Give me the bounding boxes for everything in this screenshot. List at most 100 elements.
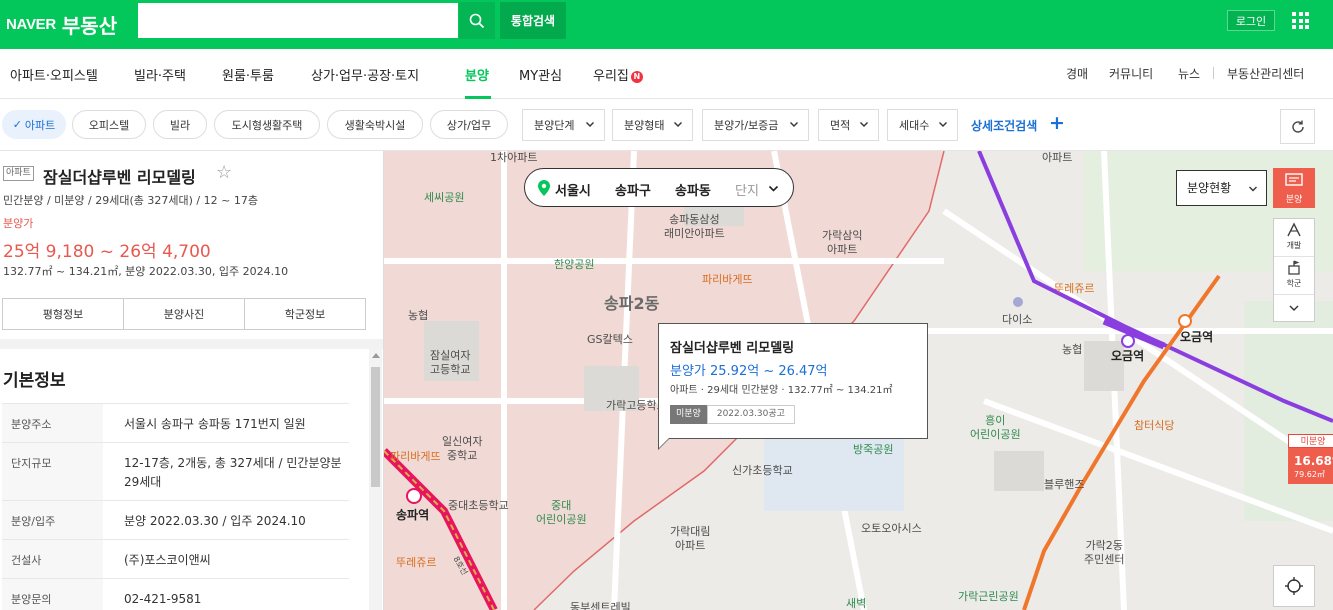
nav-apartment-officetel[interactable]: 아파트·오피스텔 (10, 65, 98, 84)
map-label: 가락삼익 아파트 (822, 229, 863, 256)
location-breadcrumb[interactable]: 서울시 송파구 송파동 단지 (524, 168, 794, 207)
chevron-down-icon (790, 122, 798, 127)
tools-expand[interactable] (1274, 295, 1314, 321)
nav-community[interactable]: 커뮤니티 (1109, 65, 1153, 82)
popup-tail-inner (659, 437, 670, 448)
development-tool[interactable]: 개발 (1274, 219, 1314, 257)
nav-my-interest[interactable]: MY관심 (519, 65, 562, 84)
chevron-down-icon (1289, 305, 1299, 311)
map-label: 흥이 어린이공원 (970, 414, 1021, 441)
map-label: 송파역 (396, 508, 430, 522)
school-tool[interactable]: 학군 (1274, 257, 1314, 295)
nav-presale[interactable]: 분양 (465, 65, 489, 84)
map-label: 새벽 (846, 597, 867, 610)
basic-info-table: 분양주소 서울시 송파구 송파동 171번지 일원 단지규모 12-17층, 2개동… (2, 403, 349, 610)
search-icon (469, 13, 485, 28)
location-district[interactable]: 송파구 (615, 180, 651, 199)
table-row: 분양/입주 분양 2022.03.30 / 입주 2024.10 (2, 500, 349, 539)
nav-auction[interactable]: 경매 (1066, 65, 1088, 82)
detail-search-link[interactable]: 상세조건검색 (971, 117, 1037, 134)
scroll-thumb[interactable] (371, 367, 380, 487)
tab-photos[interactable]: 분양사진 (124, 299, 245, 329)
map-label: 한양공원 (554, 258, 595, 271)
total-search-button[interactable]: 통합검색 (500, 2, 566, 39)
current-location-button[interactable] (1273, 565, 1315, 607)
map-view[interactable]: 1차아파트 세씨공원 한양공원 송파동삼성 래미안아파트 가락삼익 아파트 파리… (384, 151, 1333, 610)
presale-layer-label: 분양 (1285, 195, 1303, 205)
nav-villa-house[interactable]: 빌라·주택 (134, 65, 186, 84)
presale-status-select[interactable]: 분양현황 (1176, 170, 1267, 206)
scroll-up-arrow[interactable] (372, 353, 380, 358)
map-label: 1차아파트 (490, 151, 538, 164)
tab-floor-plan[interactable]: 평형정보 (3, 299, 124, 329)
info-value: (주)포스코이앤씨 (124, 553, 211, 567)
info-value: 12-17층, 2개동, 총 327세대 / 민간분양분 29세대 (124, 456, 342, 489)
nav-commercial[interactable]: 상가·업무·공장·토지 (311, 65, 419, 84)
dropdown-households[interactable]: 세대수 (887, 109, 958, 141)
dropdown-label: 분양형태 (624, 119, 665, 132)
announce-date: 2022.03.30공고 (706, 405, 795, 424)
marker-status: 미분양 (1288, 434, 1333, 448)
nav-my-home-label: 우리집 (593, 69, 629, 84)
popup-price: 분양가 25.92억 ~ 26.47억 (670, 364, 828, 379)
crosshair-icon (1285, 577, 1303, 595)
map-label: 중대초등학교 (448, 499, 509, 512)
refresh-button[interactable] (1280, 109, 1315, 144)
dropdown-price-deposit[interactable]: 분양가/보증금 (702, 109, 809, 141)
main-nav: 아파트·오피스텔 빌라·주택 원룸·투룸 상가·업무·공장·토지 분양 MY관심… (0, 49, 1333, 99)
complex-popup[interactable]: 잠실더샵루벤 리모델링 분양가 25.92억 ~ 26.47억 아파트 · 29… (658, 323, 928, 439)
dropdown-label: 분양단계 (534, 119, 575, 132)
naver-logo[interactable]: NAVER 부동산 (6, 9, 117, 39)
dropdown-label: 세대수 (899, 119, 930, 132)
price-label: 분양가 (3, 217, 34, 230)
map-label: 농협 (408, 309, 429, 322)
search-button[interactable] (459, 2, 495, 39)
map-label: 파리바게뜨 (702, 273, 753, 286)
chip-apartment[interactable]: ✓ 아파트 (2, 110, 66, 139)
map-label: 블루핸즈 (1044, 478, 1085, 491)
info-value: 서울시 송파구 송파동 171번지 일원 (124, 417, 306, 431)
presale-layer-button[interactable]: 분양 (1273, 168, 1315, 208)
dropdown-presale-stage[interactable]: 분양단계 (522, 109, 605, 141)
apps-grid-icon[interactable] (1292, 12, 1309, 29)
panel-scrollbar[interactable] (369, 349, 382, 610)
presale-marker[interactable]: 미분양 16.68억 79.62㎡ (1288, 434, 1333, 489)
marker-price: 16.68억 (1294, 454, 1333, 468)
dropdown-presale-type[interactable]: 분양형태 (612, 109, 693, 141)
star-icon[interactable]: ☆ (216, 162, 232, 183)
nav-oneroom-tworoom[interactable]: 원룸·투룸 (222, 65, 274, 84)
map-label: 아파트 (1042, 151, 1073, 164)
tab-school[interactable]: 학군정보 (245, 299, 365, 329)
top-header: NAVER 부동산 통합검색 로그인 (0, 0, 1333, 49)
chip-commercial[interactable]: 상가/업무 (430, 110, 508, 139)
school-label: 학군 (1286, 279, 1302, 288)
development-icon (1287, 222, 1301, 237)
plus-icon[interactable]: + (1049, 114, 1065, 133)
search-input[interactable] (137, 2, 459, 39)
chip-villa[interactable]: 빌라 (153, 110, 207, 139)
nav-active-indicator (465, 96, 491, 99)
chip-urban-housing[interactable]: 도시형생활주택 (214, 110, 320, 139)
location-pin-icon (538, 180, 550, 196)
dropdown-area[interactable]: 면적 (818, 109, 879, 141)
map-label: 일신여자 중학교 (442, 435, 483, 462)
map-label: 가락대림 아파트 (670, 525, 711, 552)
map-label: 뚜레쥬르 (1054, 282, 1095, 295)
price-range: 25억 9,180 ~ 26억 4,700 (3, 242, 211, 262)
chip-officetel[interactable]: 오피스텔 (72, 110, 146, 139)
school-icon (1288, 260, 1300, 275)
chevron-down-icon (939, 122, 947, 127)
nav-my-home[interactable]: 우리집 N (593, 65, 643, 84)
nav-news[interactable]: 뉴스 (1178, 65, 1200, 82)
location-complex[interactable]: 단지 (735, 180, 759, 199)
location-city[interactable]: 서울시 (555, 180, 591, 199)
chevron-down-icon (860, 122, 868, 127)
location-dong[interactable]: 송파동 (675, 180, 711, 199)
map-label: 가락근린공원 (958, 590, 1019, 603)
login-button[interactable]: 로그인 (1227, 10, 1275, 31)
chip-lodging[interactable]: 생활숙박시설 (327, 110, 423, 139)
info-value: 02-421-9581 (124, 592, 202, 606)
nav-management-center[interactable]: 부동산관리센터 (1227, 65, 1304, 82)
marker-body: 16.68억 79.62㎡ (1288, 448, 1333, 484)
map-label: 참터식당 (1134, 419, 1175, 432)
